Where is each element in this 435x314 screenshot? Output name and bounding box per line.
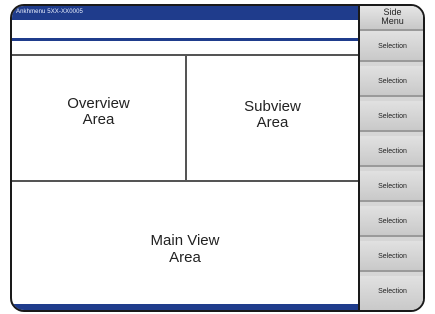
side-menu-title: Side Menu (360, 6, 423, 31)
title-bar: Ankhmenu 5XX-XX0005 (12, 6, 358, 20)
overview-area-label: Overview (67, 95, 130, 112)
subview-area[interactable]: Subview Area (187, 99, 358, 131)
side-menu-selection-2[interactable]: Selection (360, 66, 423, 97)
main-view-area-label: Main View (150, 232, 220, 249)
subview-area-label: Subview (244, 98, 301, 115)
main-view-area[interactable]: Main View Area (12, 232, 358, 266)
side-menu-selection-5[interactable]: Selection (360, 171, 423, 202)
side-menu-selection-7[interactable]: Selection (360, 241, 423, 272)
middle-divider (12, 180, 358, 182)
title-bar-text: Ankhmenu 5XX-XX0005 (16, 9, 83, 15)
side-menu-selection-8[interactable]: Selection (360, 276, 423, 310)
side-menu: Side Menu Selection Selection Selection … (358, 6, 423, 310)
side-menu-selection-4[interactable]: Selection (360, 136, 423, 167)
side-menu-selection-3[interactable]: Selection (360, 101, 423, 132)
overview-area[interactable]: Overview Area (12, 96, 185, 128)
bottom-bar (12, 304, 358, 310)
side-menu-selection-6[interactable]: Selection (360, 206, 423, 237)
side-menu-selection-1[interactable]: Selection (360, 31, 423, 62)
device-frame: Ankhmenu 5XX-XX0005 Overview Area Subvie… (10, 4, 425, 312)
overview-area-label-2: Area (82, 111, 115, 128)
header-underline (12, 38, 358, 41)
side-menu-title-line2: Menu (381, 16, 404, 26)
subview-area-label-2: Area (256, 114, 289, 131)
main-view-area-label-2: Area (169, 249, 201, 266)
